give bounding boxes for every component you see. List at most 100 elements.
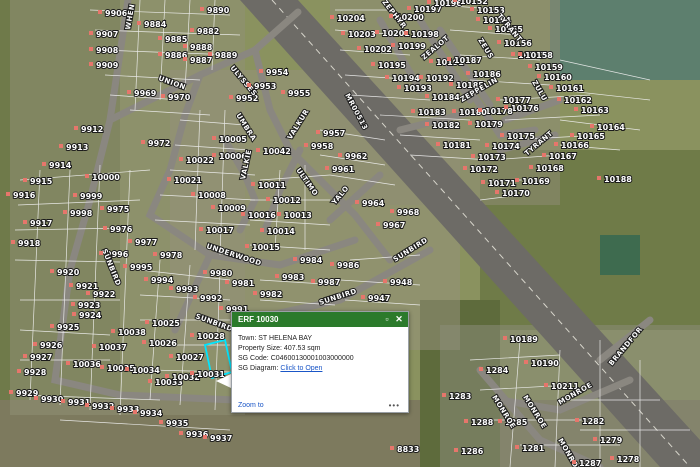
erf-label[interactable]: 9917	[29, 218, 53, 229]
erf-label[interactable]: 10199	[397, 41, 427, 52]
erf-label[interactable]: 10190	[530, 358, 560, 369]
erf-label[interactable]: 10028	[196, 331, 226, 342]
erf-label[interactable]: 10183	[417, 107, 447, 118]
sg-diagram-link[interactable]: Click to Open	[280, 365, 322, 372]
erf-label[interactable]: 9882	[196, 26, 220, 37]
erf-label[interactable]: 10164	[596, 122, 626, 133]
erf-label[interactable]: 10163	[580, 105, 610, 116]
erf-label[interactable]: 10025	[151, 318, 181, 329]
erf-label[interactable]: 10187	[453, 55, 483, 66]
erf-label[interactable]: 10177	[502, 95, 532, 106]
erf-label[interactable]: 9984	[299, 255, 324, 266]
erf-label[interactable]: 10008	[197, 190, 227, 201]
erf-label[interactable]: 10000	[91, 172, 121, 183]
erf-label[interactable]: 9969	[133, 88, 158, 99]
erf-label[interactable]: 9972	[147, 138, 171, 149]
erf-label[interactable]: 10204	[336, 13, 366, 24]
erf-label[interactable]: 9930	[40, 394, 65, 405]
ellipsis-icon[interactable]: •••	[389, 401, 400, 410]
erf-label[interactable]: 10175	[506, 131, 536, 142]
erf-label[interactable]: 10034	[131, 365, 161, 376]
erf-label[interactable]: 10009	[217, 203, 247, 214]
erf-label[interactable]: 10158	[524, 50, 554, 61]
erf-label[interactable]: 9912	[80, 124, 104, 135]
erf-label[interactable]: 10173	[477, 152, 507, 163]
erf-label[interactable]: 9992	[199, 293, 223, 304]
erf-label[interactable]: 9913	[65, 142, 89, 153]
erf-label[interactable]: 10180	[458, 107, 488, 118]
erf-label[interactable]: 10170	[501, 188, 531, 199]
erf-label[interactable]: 9884	[143, 19, 168, 30]
erf-label[interactable]: 1286	[460, 446, 485, 457]
erf-label[interactable]: 10194	[391, 73, 421, 84]
erf-label[interactable]: 9964	[361, 198, 386, 209]
erf-label[interactable]: 10178	[484, 106, 514, 117]
erf-label[interactable]: 10188	[603, 174, 633, 185]
erf-label[interactable]: 1281	[521, 443, 546, 454]
erf-label[interactable]: 9978	[159, 250, 184, 261]
erf-label[interactable]: 9947	[367, 293, 391, 304]
erf-label[interactable]: 10182	[431, 120, 461, 131]
erf-label[interactable]: 9887	[189, 55, 213, 66]
erf-label[interactable]: 9918	[17, 238, 42, 249]
erf-label[interactable]: 10186	[472, 69, 502, 80]
erf-label[interactable]: 10181	[442, 140, 472, 151]
erf-label[interactable]: 10166	[560, 140, 590, 151]
close-icon[interactable]: ✕	[395, 315, 403, 324]
erf-label[interactable]: 10152	[459, 0, 489, 7]
erf-label[interactable]: 10036	[72, 359, 102, 370]
erf-label[interactable]: 10016	[247, 210, 277, 221]
erf-label[interactable]: 9934	[139, 408, 164, 419]
erf-label[interactable]: 1279	[599, 435, 624, 446]
erf-label[interactable]: 9968	[396, 207, 421, 218]
erf-label[interactable]: 10202	[363, 44, 393, 55]
erf-label[interactable]: 10032	[171, 372, 201, 383]
erf-label[interactable]: 10161	[555, 83, 585, 94]
erf-label[interactable]: 10184	[431, 92, 461, 103]
erf-label[interactable]: 9885	[164, 34, 189, 45]
erf-label[interactable]: 9998	[69, 208, 94, 219]
erf-label[interactable]: 9975	[106, 204, 131, 215]
erf-label[interactable]: 10021	[173, 175, 203, 186]
erf-label[interactable]: 10195	[377, 60, 407, 71]
erf-label[interactable]: 9937	[209, 433, 233, 444]
erf-label[interactable]: 10026	[148, 338, 178, 349]
erf-label[interactable]: 9993	[175, 284, 199, 295]
erf-label[interactable]: 9953	[253, 81, 277, 92]
erf-label[interactable]: 10196	[433, 0, 463, 9]
erf-label[interactable]: 9970	[167, 92, 192, 103]
maximize-icon[interactable]: ▫	[383, 315, 391, 324]
erf-label[interactable]: 10027	[175, 352, 205, 363]
erf-label[interactable]: 9995	[129, 262, 154, 273]
erf-label[interactable]: 10192	[425, 73, 455, 84]
erf-label[interactable]: 9957	[322, 128, 346, 139]
erf-label[interactable]: 10038	[117, 327, 147, 338]
erf-label[interactable]: 9925	[56, 322, 81, 333]
erf-label[interactable]: 9908	[95, 45, 120, 56]
erf-label[interactable]: 10165	[576, 131, 606, 142]
erf-label[interactable]: 1288	[470, 417, 495, 428]
erf-label[interactable]: 10042	[262, 146, 292, 157]
erf-label[interactable]: 9928	[23, 367, 48, 378]
erf-label[interactable]: 9906	[104, 8, 129, 19]
erf-label[interactable]: 10203	[347, 29, 377, 40]
erf-label[interactable]: 1278	[616, 454, 641, 465]
erf-label[interactable]: 9916	[12, 190, 37, 201]
erf-label[interactable]: 1282	[581, 416, 605, 427]
erf-label[interactable]: 9958	[310, 141, 335, 152]
erf-label[interactable]: 9914	[48, 160, 73, 171]
erf-label[interactable]: 10171	[487, 178, 517, 189]
erf-label[interactable]: 10169	[521, 176, 551, 187]
erf-label[interactable]: 9999	[79, 191, 104, 202]
erf-label[interactable]: 9962	[344, 151, 368, 162]
erf-label[interactable]: 9961	[331, 164, 356, 175]
erf-label[interactable]: 9986	[336, 260, 361, 271]
erf-label[interactable]: 10015	[251, 242, 281, 253]
erf-label[interactable]: 9888	[189, 42, 214, 53]
erf-label[interactable]: 10022	[185, 155, 215, 166]
erf-label[interactable]: 9954	[265, 67, 290, 78]
erf-label[interactable]: 10189	[509, 334, 539, 345]
erf-label[interactable]: 9922	[92, 289, 116, 300]
erf-label[interactable]: 10162	[563, 95, 593, 106]
erf-label[interactable]: 10159	[534, 62, 564, 73]
